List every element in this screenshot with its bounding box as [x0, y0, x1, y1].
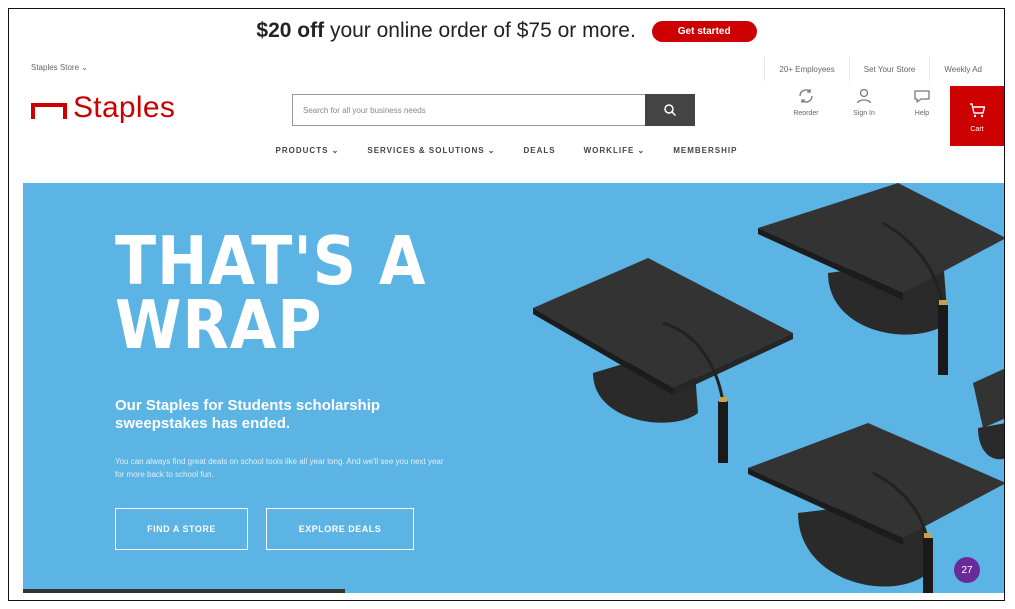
nav-worklife[interactable]: WORKLIFE ⌄: [584, 137, 646, 163]
graduation-caps-image: [533, 183, 1004, 593]
grad-cap-4: [973, 368, 1004, 460]
staples-logo-mark: [31, 103, 67, 119]
main-nav: PRODUCTS ⌄ SERVICES & SOLUTIONS ⌄ DEALS …: [9, 137, 1004, 163]
grad-cap-2: [758, 183, 1004, 375]
set-store-link[interactable]: Set Your Store: [848, 57, 930, 81]
hero-subtitle: Our Staples for Students scholarship swe…: [115, 397, 381, 432]
hero-body-text: You can always find great deals on schoo…: [115, 457, 444, 479]
help-button[interactable]: Help: [893, 86, 951, 117]
search-bar: Search for all your business needs: [292, 94, 695, 126]
reorder-icon: [799, 89, 813, 103]
nav-deals[interactable]: DEALS: [524, 137, 556, 163]
hero-progress-bar: [23, 589, 345, 593]
promo-text: $20 off your online order of $75 or more…: [256, 19, 636, 42]
get-started-button[interactable]: Get started: [651, 20, 757, 42]
grad-cap-1: [533, 258, 793, 463]
browser-frame: $20 off your online order of $75 or more…: [8, 8, 1005, 601]
search-input[interactable]: Search for all your business needs: [292, 94, 645, 126]
nav-membership[interactable]: MEMBERSHIP: [673, 137, 737, 163]
chat-badge[interactable]: 27: [954, 557, 980, 583]
nav-services[interactable]: SERVICES & SOLUTIONS ⌄: [367, 137, 495, 163]
logo-text: Staples: [73, 91, 176, 124]
store-selector[interactable]: Staples Store ⌄: [31, 63, 88, 72]
utility-bar: Staples Store ⌄ 20+ Employees Set Your S…: [9, 57, 1004, 81]
sign-in-button[interactable]: Sign In: [835, 86, 893, 117]
find-a-store-button[interactable]: FIND A STORE: [115, 508, 248, 550]
hero-title: THAT'S A WRAP: [115, 222, 427, 364]
weekly-ad-link[interactable]: Weekly Ad: [929, 57, 996, 81]
reorder-button[interactable]: Reorder: [777, 86, 835, 117]
promo-banner: $20 off your online order of $75 or more…: [9, 9, 1004, 53]
cart-icon: [970, 102, 986, 117]
search-icon: [664, 104, 677, 117]
nav-products[interactable]: PRODUCTS ⌄: [276, 137, 340, 163]
employees-link[interactable]: 20+ Employees: [764, 57, 848, 81]
search-button[interactable]: [645, 94, 695, 126]
user-icon: [856, 88, 872, 104]
site-header: Staples Search for all your business nee…: [9, 81, 1004, 146]
explore-deals-button[interactable]: EXPLORE DEALS: [266, 508, 414, 550]
hero-banner: THAT'S A WRAP Our Staples for Students s…: [23, 183, 1004, 593]
chat-icon: [914, 90, 930, 103]
staples-logo[interactable]: Staples: [31, 91, 175, 125]
